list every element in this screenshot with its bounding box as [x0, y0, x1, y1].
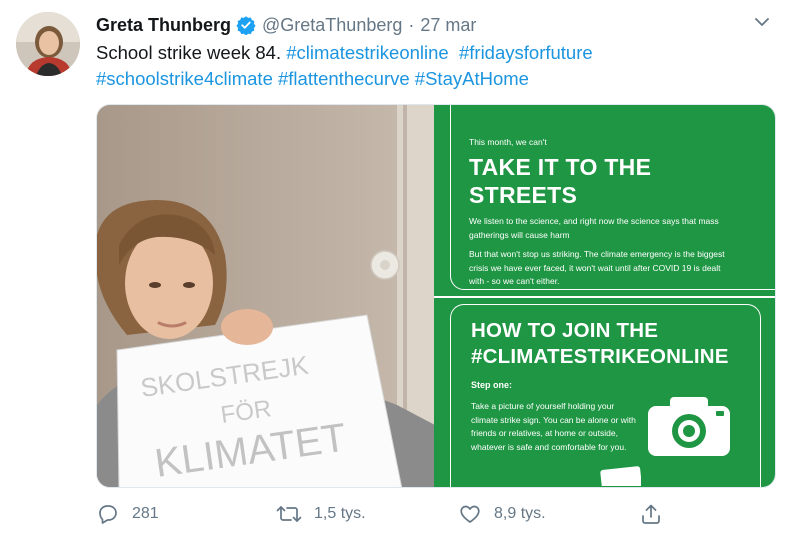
retweet-count: 1,5 tys.	[314, 505, 366, 522]
tweet-date[interactable]: 27 mar	[420, 15, 476, 36]
graphic-paragraph: But that won't stop us striking. The cli…	[469, 249, 725, 286]
reply-icon	[99, 505, 117, 524]
heart-icon	[460, 505, 480, 523]
graphic-top-panel[interactable]: This month, we can't TAKE IT TO THE STRE…	[434, 105, 775, 296]
retweet-icon	[276, 506, 302, 522]
chevron-down-icon[interactable]	[752, 12, 772, 32]
share-button[interactable]	[639, 502, 675, 526]
avatar[interactable]	[16, 12, 80, 76]
graphic-headline: HOW TO JOIN THE #CLIMATESTRIKEONLINE	[471, 318, 775, 370]
tweet-text: School strike week 84. #climatestrikeonl…	[96, 40, 766, 92]
hashtag-link[interactable]: #schoolstrike4climate	[96, 68, 273, 89]
graphic-headline-line: TAKE IT TO THE	[469, 154, 652, 180]
graphic-step-text: Take a picture of yourself holding your …	[471, 401, 636, 452]
hashtag-link[interactable]: #fridaysforfuture	[459, 42, 593, 63]
photo-image[interactable]: SKOLSTREJK FÖR KLIMATET	[97, 105, 434, 487]
graphic-intro: This month, we can't	[469, 137, 547, 147]
graphic-headline: TAKE IT TO THE STREETS	[469, 153, 775, 209]
like-button[interactable]: 8,9 tys.	[458, 502, 546, 526]
graphic-headline-line: HOW TO JOIN THE	[471, 319, 659, 342]
reply-count: 281	[132, 505, 159, 522]
graphic-paragraph: We listen to the science, and right now …	[469, 216, 719, 240]
like-count: 8,9 tys.	[494, 505, 546, 522]
graphic-panels: This month, we can't TAKE IT TO THE STRE…	[434, 105, 775, 487]
camera-icon	[646, 394, 732, 463]
graphic-headline-line: #CLIMATESTRIKEONLINE	[471, 345, 729, 368]
document-icon	[599, 466, 642, 487]
separator-dot: ·	[408, 14, 415, 35]
hashtag-link[interactable]: #flattenthecurve	[278, 68, 410, 89]
display-name[interactable]: Greta Thunberg	[96, 15, 231, 36]
hashtag-link[interactable]: #climatestrikeonline	[286, 42, 448, 63]
handle[interactable]: @GretaThunberg	[262, 15, 402, 36]
graphic-step-label: Step one:	[471, 380, 513, 390]
graphic-headline-line: STREETS	[469, 182, 578, 208]
share-icon	[642, 504, 660, 524]
hashtag-link[interactable]: #StayAtHome	[415, 68, 529, 89]
reply-button[interactable]: 281	[96, 502, 159, 526]
tweet-media[interactable]: SKOLSTREJK FÖR KLIMATET This month, we c…	[96, 104, 776, 488]
graphic-bottom-panel[interactable]: HOW TO JOIN THE #CLIMATESTRIKEONLINE Ste…	[434, 298, 775, 487]
retweet-button[interactable]: 1,5 tys.	[276, 502, 366, 526]
verified-badge-icon	[236, 15, 256, 36]
tweet-header: Greta Thunberg @GretaThunberg · 27 mar	[96, 12, 476, 38]
tweet-actions: 281 1,5 tys. 8,9 tys.	[96, 502, 776, 530]
tweet-text-body: School strike week 84.	[96, 42, 287, 63]
